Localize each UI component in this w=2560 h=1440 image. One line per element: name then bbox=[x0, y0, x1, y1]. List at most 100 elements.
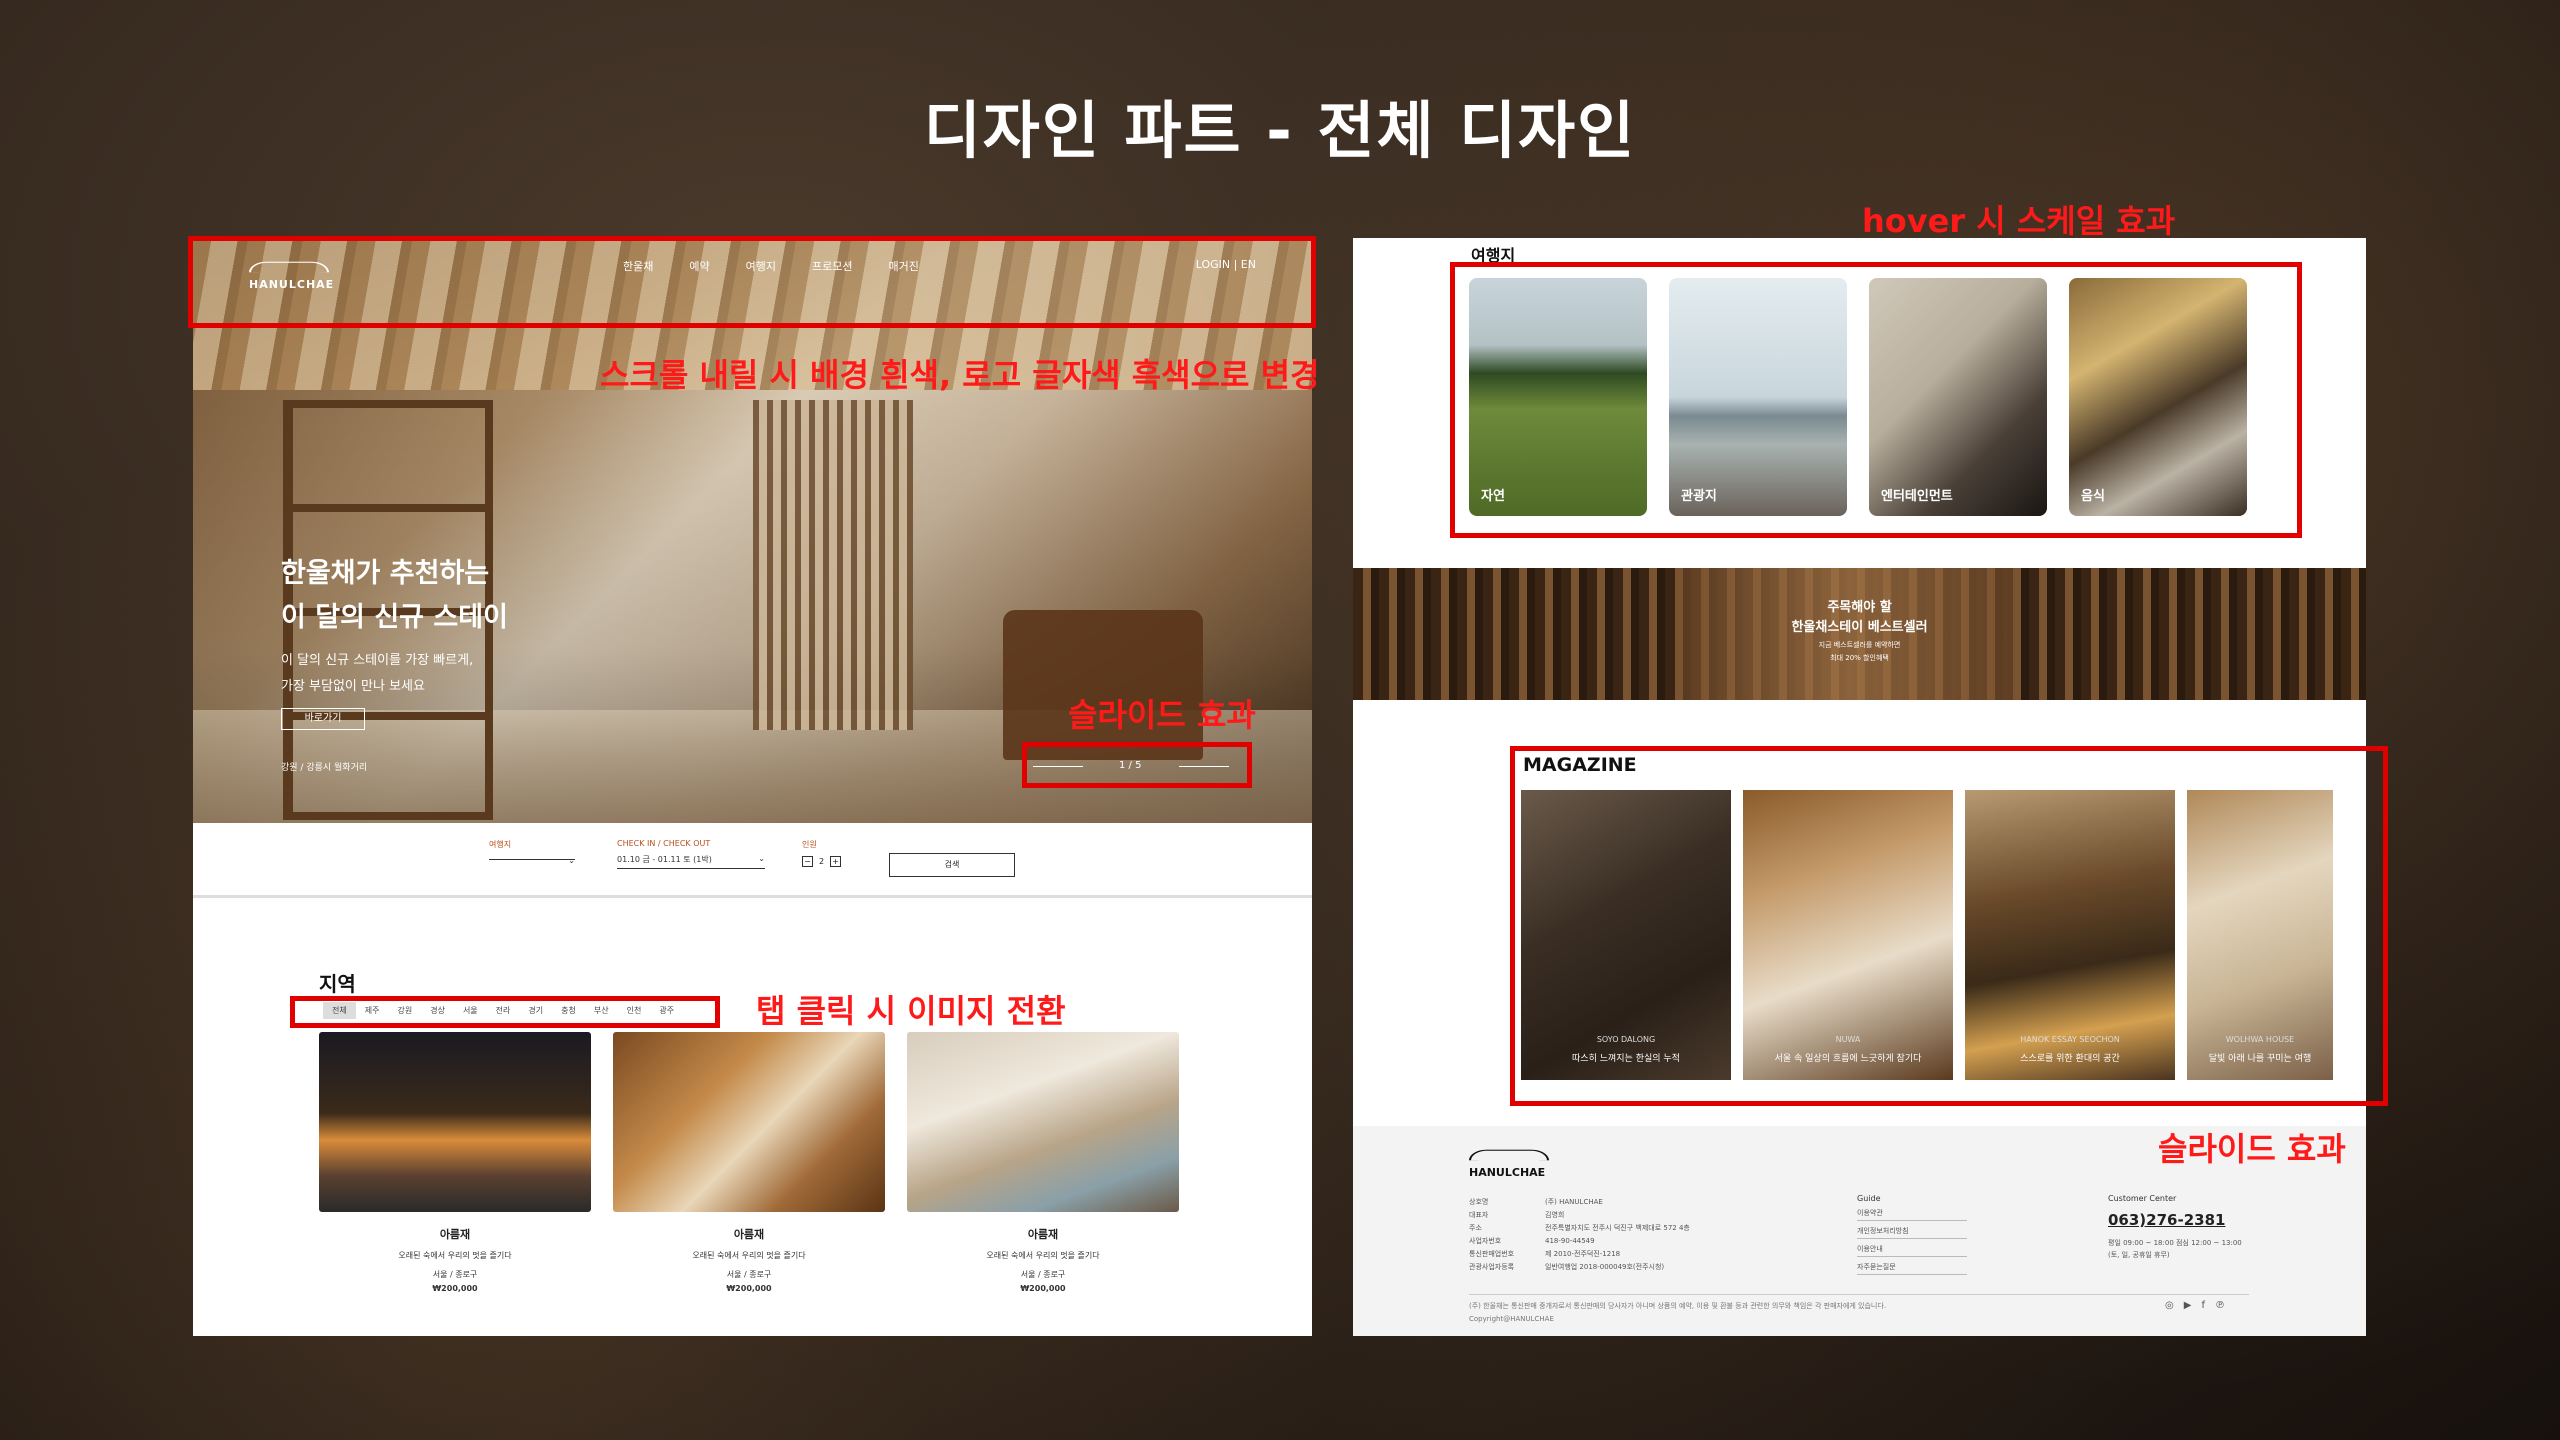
guide-link-faq[interactable]: 자주묻는질문 bbox=[1857, 1260, 1967, 1275]
stay-card-price: ₩200,000 bbox=[726, 1284, 772, 1293]
guide-title: Guide bbox=[1857, 1194, 1881, 1203]
header-highlight-box bbox=[188, 236, 1316, 328]
info-value: 김영희 bbox=[1545, 1211, 1565, 1219]
guide-link-privacy[interactable]: 개인정보처리방침 bbox=[1857, 1224, 1967, 1239]
hero-subtitle: 이 달의 신규 스테이를 가장 빠르게, 가장 부담없이 만나 보세요 bbox=[281, 648, 473, 700]
stay-card[interactable]: 아름재 오래된 숙에서 우리의 멋을 즐기다 서울 / 종로구 ₩200,000 bbox=[319, 1032, 591, 1293]
date-label: CHECK IN / CHECK OUT bbox=[617, 839, 711, 848]
page-title: 디자인 파트 - 전체 디자인 bbox=[923, 94, 1637, 167]
bestseller-banner[interactable]: 주목해야 할 한울채스테이 베스트셀러 지금 베스트셀러를 예약하면 최대 20… bbox=[1353, 568, 2366, 700]
footer-guide: Guide 이용약관 개인정보처리방침 이용안내 자주묻는질문 bbox=[1857, 1194, 1967, 1275]
hero-location: 강원 / 강릉시 월화거리 bbox=[281, 763, 368, 773]
travel-highlight-box bbox=[1450, 262, 2302, 538]
destination-select[interactable]: ⌄ bbox=[489, 856, 575, 865]
hero-go-button[interactable]: 바로가기 bbox=[281, 708, 365, 730]
stay-card-desc: 오래된 숙에서 우리의 멋을 즐기다 bbox=[986, 1251, 1100, 1260]
tab-highlight-box bbox=[290, 996, 720, 1028]
guest-field: 인원 − 2 + bbox=[802, 839, 842, 867]
footer-notice: (주) 한울채는 통신판매 중개자로서 통신판매의 당사자가 아니며 상품의 예… bbox=[1469, 1302, 1887, 1310]
footer-copyright: (주) 한울채는 통신판매 중개자로서 통신판매의 당사자가 아니며 상품의 예… bbox=[1469, 1300, 1886, 1326]
stay-card[interactable]: 아름재 오래된 숙에서 우리의 멋을 즐기다 서울 / 종로구 ₩200,000 bbox=[613, 1032, 885, 1293]
hero-title: 한울채가 추천하는 이 달의 신규 스테이 bbox=[281, 552, 508, 640]
info-label: 대표자 bbox=[1469, 1211, 1489, 1219]
region-title: 지역 bbox=[319, 972, 356, 996]
stay-card-name: 아름재 bbox=[1027, 1228, 1059, 1241]
info-value: (주) HANULCHAE bbox=[1545, 1198, 1603, 1206]
customer-center: Customer Center 063)276-2381 평일 09:00 ~ … bbox=[2108, 1194, 2242, 1261]
chevron-down-icon: ⌄ bbox=[568, 856, 575, 865]
search-button[interactable]: 검색 bbox=[889, 853, 1015, 877]
company-info-values: (주) HANULCHAE 김영희 전주특별자치도 전주시 덕진구 백제대로 5… bbox=[1545, 1196, 1690, 1274]
info-value: 일반여행업 2018-000049호(전주시청) bbox=[1545, 1263, 1665, 1271]
hero-screen-image bbox=[753, 400, 913, 730]
hero-chair-image bbox=[1003, 610, 1203, 760]
info-label: 주소 bbox=[1469, 1224, 1482, 1232]
stay-card-location: 서울 / 종로구 bbox=[432, 1270, 478, 1279]
info-label: 상호명 bbox=[1469, 1198, 1489, 1206]
destination-field[interactable]: 여행지 ⌄ bbox=[489, 839, 575, 865]
main-page-mockup: HANULCHAE 한울채 예약 여행지 프로모션 매거진 LOGIN | EN… bbox=[193, 240, 1312, 1336]
hero-title-line-2: 이 달의 신규 스테이 bbox=[281, 602, 508, 633]
facebook-icon[interactable]: f bbox=[2201, 1300, 2205, 1311]
company-info-labels: 상호명 대표자 주소 사업자번호 통신판매업번호 관광사업자등록 bbox=[1469, 1196, 1514, 1274]
pinterest-icon[interactable]: ℗ bbox=[2215, 1300, 2225, 1311]
stay-card-location: 서울 / 종로구 bbox=[726, 1270, 772, 1279]
date-select[interactable]: 01.10 금 - 01.11 토 (1박) ⌄ bbox=[617, 854, 765, 869]
guest-label: 인원 bbox=[802, 840, 817, 849]
info-value: 제 2010-전주덕진-1218 bbox=[1545, 1250, 1621, 1258]
stay-card-image[interactable] bbox=[907, 1032, 1179, 1212]
info-value: 418-90-44549 bbox=[1545, 1237, 1595, 1245]
stay-card[interactable]: 아름재 오래된 숙에서 우리의 멋을 즐기다 서울 / 종로구 ₩200,000 bbox=[907, 1032, 1179, 1293]
banner-line-1: 주목해야 할 bbox=[1827, 600, 1892, 615]
instagram-icon[interactable]: ◎ bbox=[2165, 1300, 2174, 1311]
plus-icon[interactable]: + bbox=[830, 856, 842, 867]
stay-cards: 아름재 오래된 숙에서 우리의 멋을 즐기다 서울 / 종로구 ₩200,000… bbox=[319, 1032, 1179, 1293]
stay-card-image[interactable] bbox=[319, 1032, 591, 1212]
hero-title-line-1: 한울채가 추천하는 bbox=[281, 558, 490, 589]
footer-logo-text: HANULCHAE bbox=[1469, 1166, 1546, 1179]
magazine-highlight-box bbox=[1510, 746, 2388, 1106]
footer-logo[interactable]: HANULCHAE bbox=[1469, 1146, 1549, 1179]
copyright-text: Copyright@HANULCHAE bbox=[1469, 1315, 1554, 1323]
scroll-note: 스크롤 내릴 시 배경 흰색, 로고 글자색 흑색으로 변경 bbox=[600, 356, 1320, 394]
slide-note-left: 슬라이드 효과 bbox=[1068, 696, 1256, 734]
logo-roof-icon bbox=[1469, 1149, 1549, 1161]
customer-hours: 평일 09:00 ~ 18:00 점심 12:00 ~ 13:00 (토, 일,… bbox=[2108, 1237, 2242, 1261]
info-label: 사업자번호 bbox=[1469, 1237, 1502, 1245]
banner-line-2: 한울채스테이 베스트셀러 bbox=[1791, 620, 1928, 635]
chevron-down-icon: ⌄ bbox=[758, 854, 765, 863]
hero-sub-line-1: 이 달의 신규 스테이를 가장 빠르게, bbox=[281, 653, 474, 668]
guide-link-terms[interactable]: 이용약관 bbox=[1857, 1206, 1967, 1221]
slide-note-right: 슬라이드 효과 bbox=[2158, 1130, 2346, 1168]
stay-card-name: 아름재 bbox=[439, 1228, 471, 1241]
info-label: 관광사업자등록 bbox=[1469, 1263, 1515, 1271]
minus-icon[interactable]: − bbox=[802, 856, 813, 867]
guide-link-usage[interactable]: 이용안내 bbox=[1857, 1242, 1967, 1257]
hover-note: hover 시 스케일 효과 bbox=[1862, 202, 2176, 240]
stay-card-desc: 오래된 숙에서 우리의 멋을 즐기다 bbox=[398, 1251, 512, 1260]
customer-center-title: Customer Center bbox=[2108, 1194, 2177, 1203]
banner-line-3: 지금 베스트셀러를 예약하면 bbox=[1818, 641, 1901, 649]
slider-highlight-box bbox=[1022, 742, 1252, 788]
banner-line-4: 최대 20% 할인혜택 bbox=[1830, 654, 1889, 662]
customer-phone[interactable]: 063)276-2381 bbox=[2108, 1211, 2242, 1229]
tab-note: 탭 클릭 시 이미지 전환 bbox=[756, 992, 1066, 1030]
stay-card-image[interactable] bbox=[613, 1032, 885, 1212]
stay-card-price: ₩200,000 bbox=[432, 1284, 478, 1293]
banner-text: 주목해야 할 한울채스테이 베스트셀러 지금 베스트셀러를 예약하면 최대 20… bbox=[1353, 598, 2366, 664]
hero-sub-line-2: 가장 부담없이 만나 보세요 bbox=[281, 679, 425, 694]
info-label: 통신판매업번호 bbox=[1469, 1250, 1515, 1258]
info-value: 전주특별자치도 전주시 덕진구 백제대로 572 4층 bbox=[1545, 1224, 1690, 1232]
guest-stepper[interactable]: − 2 + bbox=[802, 856, 842, 867]
search-bar: 여행지 ⌄ CHECK IN / CHECK OUT 01.10 금 - 01.… bbox=[193, 823, 1312, 898]
social-links: ◎ ▶ f ℗ bbox=[2165, 1300, 2225, 1311]
destination-label: 여행지 bbox=[489, 840, 512, 849]
hours-line-2: (토, 일, 공휴일 휴무) bbox=[2108, 1251, 2170, 1259]
footer-divider bbox=[1469, 1294, 2249, 1295]
date-field[interactable]: CHECK IN / CHECK OUT 01.10 금 - 01.11 토 (… bbox=[617, 839, 765, 869]
youtube-icon[interactable]: ▶ bbox=[2184, 1300, 2192, 1311]
stay-card-desc: 오래된 숙에서 우리의 멋을 즐기다 bbox=[692, 1251, 806, 1260]
stay-card-location: 서울 / 종로구 bbox=[1020, 1270, 1066, 1279]
stay-card-name: 아름재 bbox=[733, 1228, 765, 1241]
guest-count: 2 bbox=[819, 857, 825, 866]
